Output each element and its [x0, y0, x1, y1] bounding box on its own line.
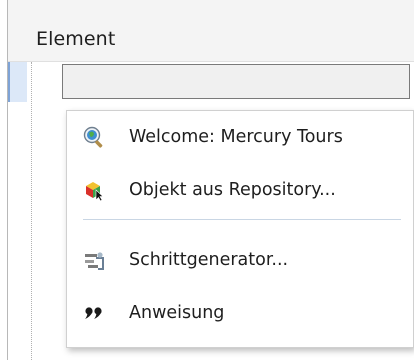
element-dropdown-menu: Welcome: Mercury Tours Objekt aus Reposi…: [66, 110, 414, 348]
object-repository-icon: [83, 179, 105, 202]
menu-item-label: Schrittgenerator...: [129, 250, 289, 270]
menu-item-anweisung[interactable]: Anweisung: [67, 293, 413, 333]
keyword-view-grid: Element Welcome: Mercury Tours Objekt au…: [0, 0, 414, 360]
menu-item-schrittgenerator[interactable]: Schrittgenerator...: [67, 240, 413, 280]
menu-item-label: Objekt aus Repository...: [129, 180, 336, 200]
menu-item-objekt-aus-repository[interactable]: Objekt aus Repository...: [67, 170, 413, 210]
menu-item-welcome-mercury-tours[interactable]: Welcome: Mercury Tours: [67, 117, 413, 157]
step-generator-icon: [83, 249, 105, 271]
menu-item-label: Welcome: Mercury Tours: [129, 127, 343, 147]
menu-separator: [83, 219, 401, 220]
column-header-element[interactable]: Element: [36, 28, 115, 50]
column-header-row: Element: [8, 0, 414, 62]
comment-statement-icon: [83, 302, 105, 324]
menu-item-label: Anweisung: [129, 303, 225, 323]
element-cell-input[interactable]: [62, 64, 410, 99]
row-selector[interactable]: [8, 62, 27, 102]
browser-object-icon: [83, 126, 105, 148]
tree-guide-line: [31, 62, 32, 360]
